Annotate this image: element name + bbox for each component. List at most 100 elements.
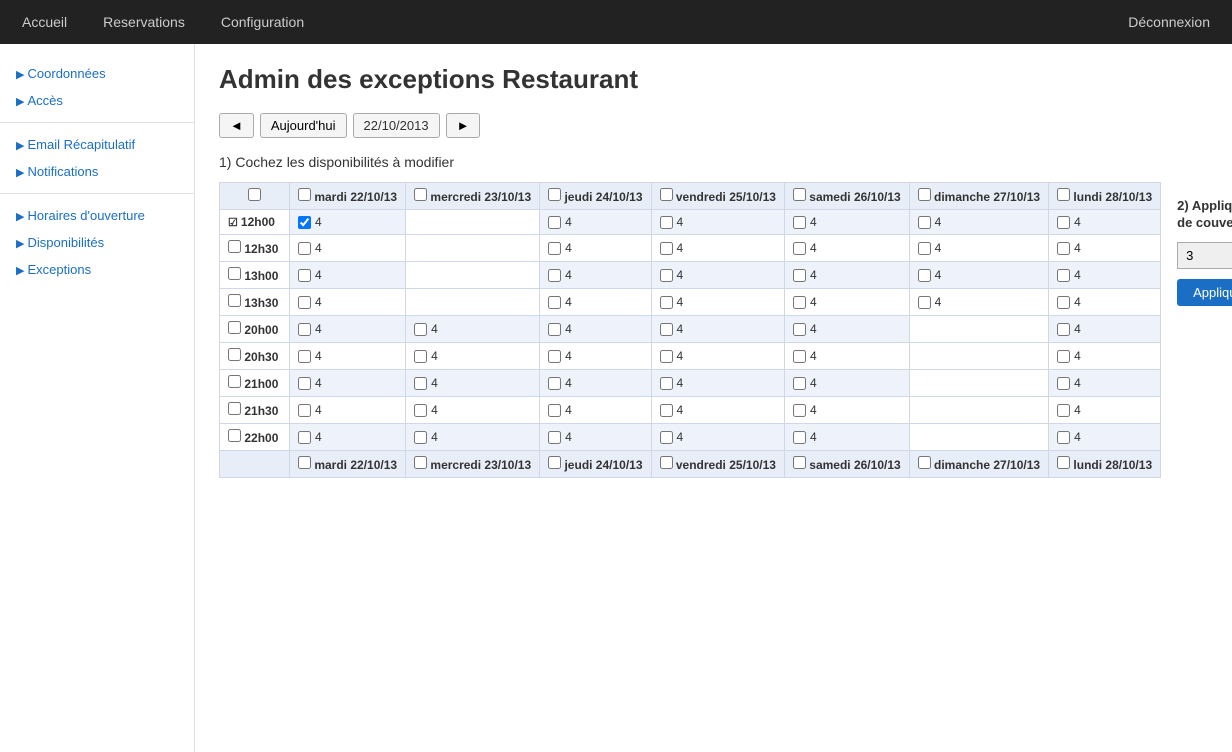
cell-2-3[interactable]: 4 — [651, 262, 784, 289]
cell-6-4[interactable]: 4 — [784, 370, 909, 397]
cell-check-0-6[interactable] — [1057, 216, 1070, 229]
cell-3-0[interactable]: 4 — [290, 289, 406, 316]
cell-check-6-0[interactable] — [298, 377, 311, 390]
couverts-select[interactable]: 12345678910 — [1177, 242, 1232, 269]
cell-check-0-2[interactable] — [548, 216, 561, 229]
cell-check-6-2[interactable] — [548, 377, 561, 390]
cell-check-7-2[interactable] — [548, 404, 561, 417]
cell-2-2[interactable]: 4 — [540, 262, 651, 289]
cell-8-3[interactable]: 4 — [651, 424, 784, 451]
cell-5-4[interactable]: 4 — [784, 343, 909, 370]
cell-0-6[interactable]: 4 — [1049, 210, 1161, 235]
cell-3-6[interactable]: 4 — [1049, 289, 1161, 316]
cell-check-7-1[interactable] — [414, 404, 427, 417]
cell-8-4[interactable]: 4 — [784, 424, 909, 451]
row-check-4[interactable] — [228, 321, 241, 334]
cell-check-8-6[interactable] — [1057, 431, 1070, 444]
cell-check-2-0[interactable] — [298, 269, 311, 282]
sidebar-item-exceptions[interactable]: Exceptions — [0, 256, 194, 283]
row-check-8[interactable] — [228, 429, 241, 442]
row-check-1[interactable] — [228, 240, 241, 253]
cell-4-2[interactable]: 4 — [540, 316, 651, 343]
cell-check-3-3[interactable] — [660, 296, 673, 309]
nav-reservations[interactable]: Reservations — [97, 10, 191, 34]
cell-1-2[interactable]: 4 — [540, 235, 651, 262]
cell-check-3-6[interactable] — [1057, 296, 1070, 309]
row-check-3[interactable] — [228, 294, 241, 307]
cell-check-1-3[interactable] — [660, 242, 673, 255]
cell-check-5-4[interactable] — [793, 350, 806, 363]
cell-check-2-2[interactable] — [548, 269, 561, 282]
cell-4-4[interactable]: 4 — [784, 316, 909, 343]
cell-2-4[interactable]: 4 — [784, 262, 909, 289]
cell-check-0-0[interactable] — [298, 216, 311, 229]
cell-check-6-1[interactable] — [414, 377, 427, 390]
cell-0-4[interactable]: 4 — [784, 210, 909, 235]
cell-check-5-6[interactable] — [1057, 350, 1070, 363]
col-check-1[interactable] — [414, 456, 427, 469]
cell-5-1[interactable]: 4 — [406, 343, 540, 370]
cell-check-7-3[interactable] — [660, 404, 673, 417]
cell-7-1[interactable]: 4 — [406, 397, 540, 424]
col-check-0[interactable] — [298, 456, 311, 469]
cell-1-0[interactable]: 4 — [290, 235, 406, 262]
cell-4-3[interactable]: 4 — [651, 316, 784, 343]
col-check-5[interactable] — [918, 456, 931, 469]
cell-check-1-5[interactable] — [918, 242, 931, 255]
cell-check-8-0[interactable] — [298, 431, 311, 444]
row-check-6[interactable] — [228, 375, 241, 388]
cell-check-8-3[interactable] — [660, 431, 673, 444]
cell-check-4-6[interactable] — [1057, 323, 1070, 336]
cell-0-2[interactable]: 4 — [540, 210, 651, 235]
cell-check-1-4[interactable] — [793, 242, 806, 255]
cell-1-6[interactable]: 4 — [1049, 235, 1161, 262]
today-button[interactable]: Aujourd'hui — [260, 113, 347, 138]
cell-6-3[interactable]: 4 — [651, 370, 784, 397]
cell-7-0[interactable]: 4 — [290, 397, 406, 424]
cell-check-6-3[interactable] — [660, 377, 673, 390]
col-check-3[interactable] — [660, 456, 673, 469]
cell-1-5[interactable]: 4 — [909, 235, 1048, 262]
cell-3-5[interactable]: 4 — [909, 289, 1048, 316]
cell-7-6[interactable]: 4 — [1049, 397, 1161, 424]
cell-2-6[interactable]: 4 — [1049, 262, 1161, 289]
cell-check-4-4[interactable] — [793, 323, 806, 336]
cell-check-3-5[interactable] — [918, 296, 931, 309]
col-check-6[interactable] — [1057, 456, 1070, 469]
cell-1-3[interactable]: 4 — [651, 235, 784, 262]
cell-check-5-1[interactable] — [414, 350, 427, 363]
cell-check-4-0[interactable] — [298, 323, 311, 336]
cell-2-0[interactable]: 4 — [290, 262, 406, 289]
col-check-4[interactable] — [793, 456, 806, 469]
cell-8-0[interactable]: 4 — [290, 424, 406, 451]
cell-check-7-6[interactable] — [1057, 404, 1070, 417]
cell-check-8-4[interactable] — [793, 431, 806, 444]
select-all-time[interactable] — [248, 188, 261, 201]
col-check-5[interactable] — [918, 188, 931, 201]
cell-7-4[interactable]: 4 — [784, 397, 909, 424]
cell-0-3[interactable]: 4 — [651, 210, 784, 235]
cell-4-0[interactable]: 4 — [290, 316, 406, 343]
cell-5-2[interactable]: 4 — [540, 343, 651, 370]
nav-configuration[interactable]: Configuration — [215, 10, 310, 34]
cell-check-2-5[interactable] — [918, 269, 931, 282]
cell-check-6-6[interactable] — [1057, 377, 1070, 390]
cell-check-1-0[interactable] — [298, 242, 311, 255]
cell-3-3[interactable]: 4 — [651, 289, 784, 316]
cell-check-5-0[interactable] — [298, 350, 311, 363]
cell-0-5[interactable]: 4 — [909, 210, 1048, 235]
cell-0-0[interactable]: 4 — [290, 210, 406, 235]
cell-6-2[interactable]: 4 — [540, 370, 651, 397]
cell-1-4[interactable]: 4 — [784, 235, 909, 262]
col-check-4[interactable] — [793, 188, 806, 201]
cell-check-3-2[interactable] — [548, 296, 561, 309]
cell-8-1[interactable]: 4 — [406, 424, 540, 451]
col-check-3[interactable] — [660, 188, 673, 201]
cell-4-6[interactable]: 4 — [1049, 316, 1161, 343]
cell-3-2[interactable]: 4 — [540, 289, 651, 316]
cell-check-4-3[interactable] — [660, 323, 673, 336]
cell-check-6-4[interactable] — [793, 377, 806, 390]
row-check-7[interactable] — [228, 402, 241, 415]
sidebar-item-email-recap[interactable]: Email Récapitulatif — [0, 131, 194, 158]
col-check-2[interactable] — [548, 188, 561, 201]
